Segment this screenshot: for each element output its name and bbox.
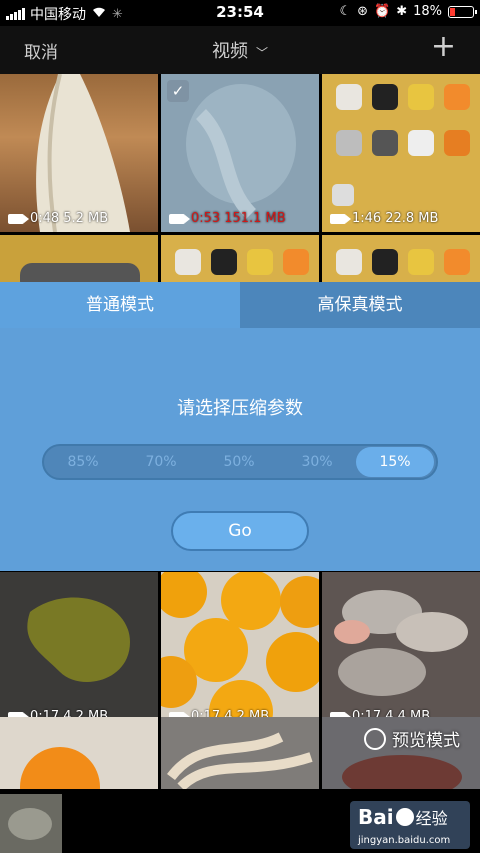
video-duration: 0:48 — [30, 211, 60, 226]
oil-pan-thumbnail — [27, 597, 131, 682]
video-tile[interactable]: 0:17 4.2 MB — [161, 572, 319, 730]
preview-mode-toggle[interactable]: 预览模式 — [364, 726, 460, 751]
moon-icon: ☾ — [339, 4, 352, 19]
radio-icon — [364, 727, 386, 750]
tab-high-fidelity-mode[interactable]: 高保真模式 — [240, 282, 480, 328]
add-button[interactable]: + — [431, 32, 456, 62]
video-caption: 0:48 5.2 MB — [8, 211, 108, 226]
video-camera-icon — [330, 213, 351, 224]
video-duration: 1:46 — [352, 211, 382, 226]
fish-thumbnail — [36, 74, 130, 232]
watermark-url: jingyan.baidu.com — [358, 835, 451, 846]
oranges-thumbnail — [161, 572, 319, 730]
video-size: 22.8 MB — [385, 211, 439, 226]
ratio-option-15[interactable]: 15% — [356, 447, 434, 477]
ratio-option-85[interactable]: 85% — [44, 447, 122, 477]
preview-mode-label: 预览模式 — [392, 731, 460, 751]
go-button[interactable]: Go — [171, 511, 309, 551]
chevron-down-icon: ﹀ — [255, 45, 268, 60]
compress-dialog: 普通模式 高保真模式 请选择压缩参数 85% 70% 50% 30% 15% G… — [0, 282, 480, 571]
compression-ratio-selector: 85% 70% 50% 30% 15% — [42, 444, 438, 480]
compress-prompt: 请选择压缩参数 — [177, 398, 303, 419]
album-title: 视频 — [211, 41, 248, 62]
status-bar: 中国移动 ✳ 23:54 ☾ ⊛ ⏰ ✱ 18% — [0, 0, 480, 26]
battery-icon — [448, 5, 477, 18]
video-duration: 0:53 — [191, 211, 221, 226]
watermark: Bai 经验 jingyan.baidu.com — [350, 801, 470, 849]
orientation-lock-icon: ⊛ — [357, 4, 368, 19]
baidu-paw-icon — [395, 808, 414, 826]
shrimp-thumbnail — [334, 590, 468, 696]
video-camera-icon — [169, 213, 190, 224]
phone-screen-thumbnail — [332, 84, 470, 206]
selected-check-icon: ✓ — [167, 80, 189, 102]
bluetooth-icon: ✱ — [396, 4, 408, 19]
watermark-brand: Bai 经验 — [358, 805, 448, 829]
video-tile[interactable] — [0, 717, 158, 789]
video-camera-icon — [8, 213, 29, 224]
mode-tabs: 普通模式 高保真模式 — [0, 282, 480, 328]
tab-normal-mode[interactable]: 普通模式 — [0, 282, 240, 328]
ratio-option-50[interactable]: 50% — [200, 447, 278, 477]
ratio-option-70[interactable]: 70% — [122, 447, 200, 477]
pot-thumbnail — [0, 794, 62, 853]
orange-thumbnail — [20, 747, 100, 789]
alarm-icon: ⏰ — [374, 4, 391, 19]
video-tile[interactable]: 0:48 5.2 MB — [0, 74, 158, 232]
video-caption: 0:53 151.1 MB — [169, 211, 286, 226]
video-tile[interactable]: 0:17 4.2 MB — [0, 572, 158, 730]
video-tile-selected[interactable]: ✓ 0:53 151.1 MB — [161, 74, 319, 232]
video-tile[interactable]: 0:17 4.4 MB — [322, 572, 480, 730]
ratio-option-30[interactable]: 30% — [278, 447, 356, 477]
battery-percent: 18% — [413, 4, 442, 19]
video-size: 5.2 MB — [63, 211, 109, 226]
food-thumbnail — [167, 732, 313, 789]
album-selector[interactable]: 视频 ﹀ — [0, 37, 480, 63]
selected-video-thumbnail[interactable] — [0, 794, 62, 853]
video-tile[interactable]: 1:46 22.8 MB — [322, 74, 480, 232]
video-tile[interactable] — [161, 717, 319, 789]
video-caption: 1:46 22.8 MB — [330, 211, 438, 226]
nav-bar: 取消 视频 ﹀ + — [0, 26, 480, 74]
video-size: 151.1 MB — [224, 211, 286, 226]
